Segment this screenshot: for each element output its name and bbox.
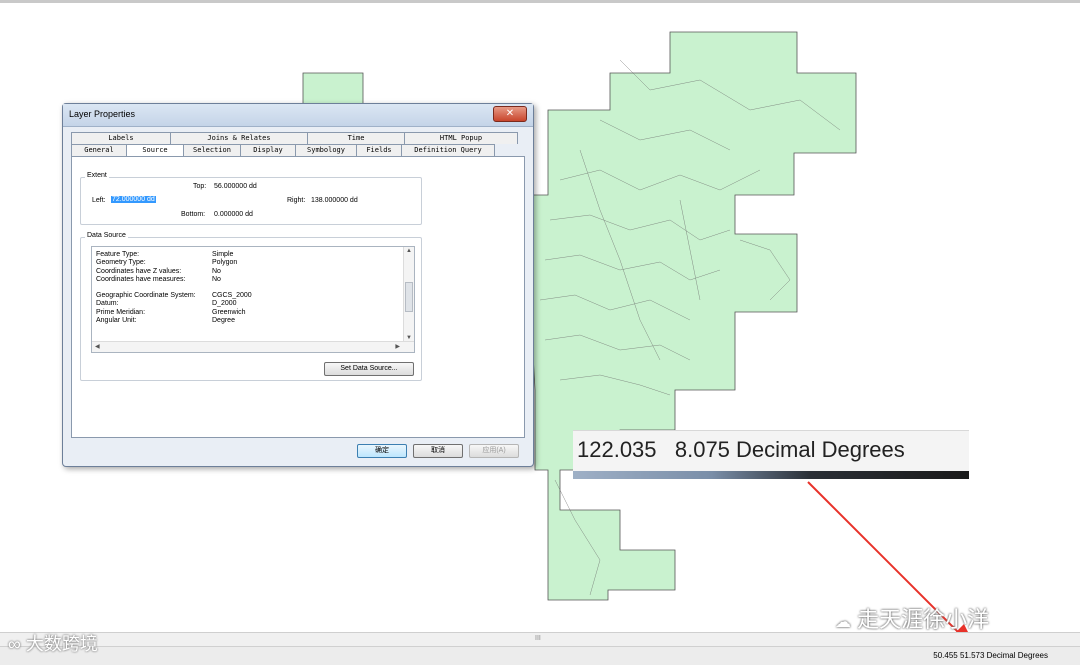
brand-logo-icon: ∞ xyxy=(8,634,21,654)
extent-top-label: Top: xyxy=(193,183,207,190)
data-source-row: Feature Type: Simple xyxy=(96,251,234,258)
tab-selection[interactable]: Selection xyxy=(183,144,241,156)
data-source-row: Geometry Type: Polygon xyxy=(96,259,238,267)
tab-fields[interactable]: Fields xyxy=(356,144,402,156)
tab-joins-relates[interactable]: Joins & Relates xyxy=(170,132,308,144)
zoomed-coordinate-readout: 122.035 8.075 Decimal Degrees xyxy=(573,430,969,479)
vertical-scrollbar[interactable]: ▲ ▼ xyxy=(403,247,414,342)
scroll-grip-icon[interactable]: III xyxy=(535,635,541,642)
status-bar: 50.455 51.573 Decimal Degrees xyxy=(0,646,1080,665)
watermark-author-text: 走天涯徐小洋 xyxy=(857,607,990,632)
extent-right-label: Right: xyxy=(287,197,306,204)
apply-button[interactable]: 应用(A) xyxy=(469,444,519,458)
data-source-row: Coordinates have measures: No xyxy=(96,275,221,283)
tab-labels[interactable]: Labels xyxy=(71,132,171,144)
zoomed-status-bar-strip xyxy=(573,471,969,479)
cancel-button[interactable]: 取消 xyxy=(413,444,463,458)
vertical-scroll-thumb[interactable] xyxy=(405,282,413,312)
zoomed-coordinates-text: 122.035 8.075 Decimal Degrees xyxy=(577,437,905,462)
map-polygon-main xyxy=(529,31,857,601)
data-source-row: Datum: D_2000 xyxy=(96,300,237,308)
watermark-brand-text: 大数跨境 xyxy=(25,634,98,654)
data-source-row: Angular Unit: Degree xyxy=(96,317,235,325)
extent-bottom-value[interactable]: 0.000000 dd xyxy=(214,211,253,218)
dialog-titlebar[interactable]: Layer Properties ✕ xyxy=(63,104,533,127)
extent-group: Extent Top: 56.000000 dd Left: 72.000000… xyxy=(80,172,422,225)
scroll-right-icon[interactable]: ▶ xyxy=(395,343,400,350)
extent-left-value[interactable]: 72.000000 dd xyxy=(111,196,156,203)
watermark-author: ☁ 走天涯徐小洋 xyxy=(835,602,989,634)
tab-row-bottom: General Source Selection Display Symbolo… xyxy=(71,144,495,157)
data-source-rows: Feature Type: Simple Geometry Type: Polygo… xyxy=(96,251,252,325)
extent-group-label: Extent xyxy=(85,172,109,179)
scroll-left-icon[interactable]: ◀ xyxy=(95,343,100,350)
close-icon: ✕ xyxy=(505,108,515,119)
tab-definition-query[interactable]: Definition Query xyxy=(401,144,495,156)
horizontal-scrollbar[interactable]: ◀ ▶ xyxy=(92,341,414,352)
extent-right-value[interactable]: 138.000000 dd xyxy=(311,197,358,204)
source-tab-panel: Extent Top: 56.000000 dd Left: 72.000000… xyxy=(71,156,525,438)
data-source-group-label: Data Source xyxy=(85,232,128,239)
data-source-row: Coordinates have Z values: No xyxy=(96,267,221,275)
extent-bottom-label: Bottom: xyxy=(181,211,206,218)
wechat-icon: ☁ xyxy=(835,614,851,631)
data-source-row: Prime Meridian: Greenwich xyxy=(96,308,246,316)
tab-symbology[interactable]: Symbology xyxy=(295,144,357,156)
watermark-brand: ∞ 大数跨境 xyxy=(8,630,98,656)
close-button[interactable]: ✕ xyxy=(493,106,527,122)
tab-row-top: Labels Joins & Relates Time HTML Popup xyxy=(71,132,518,144)
data-source-row: Geographic Coordinate System: CGCS_2000 xyxy=(96,292,252,300)
data-source-listbox[interactable]: Feature Type: Simple Geometry Type: Polygo… xyxy=(91,246,415,353)
status-coordinates: 50.455 51.573 Decimal Degrees xyxy=(933,651,1048,660)
data-source-group: Data Source Feature Type: Simple Geometry… xyxy=(80,232,422,381)
scroll-up-icon[interactable]: ▲ xyxy=(406,248,412,254)
layer-properties-dialog: Layer Properties ✕ Labels Joins & Relate… xyxy=(62,103,534,467)
tab-time[interactable]: Time xyxy=(307,132,405,144)
data-source-row-spacer xyxy=(96,284,252,292)
tab-html-popup[interactable]: HTML Popup xyxy=(404,132,518,144)
map-horizontal-scrollbar[interactable]: III xyxy=(0,632,1080,647)
tab-display[interactable]: Display xyxy=(240,144,296,156)
dialog-title: Layer Properties xyxy=(69,109,136,119)
tab-general[interactable]: General xyxy=(71,144,127,156)
extent-left-label: Left: xyxy=(92,197,106,204)
set-data-source-button[interactable]: Set Data Source... xyxy=(324,362,414,376)
extent-top-value[interactable]: 56.000000 dd xyxy=(214,183,257,190)
ok-button[interactable]: 确定 xyxy=(357,444,407,458)
